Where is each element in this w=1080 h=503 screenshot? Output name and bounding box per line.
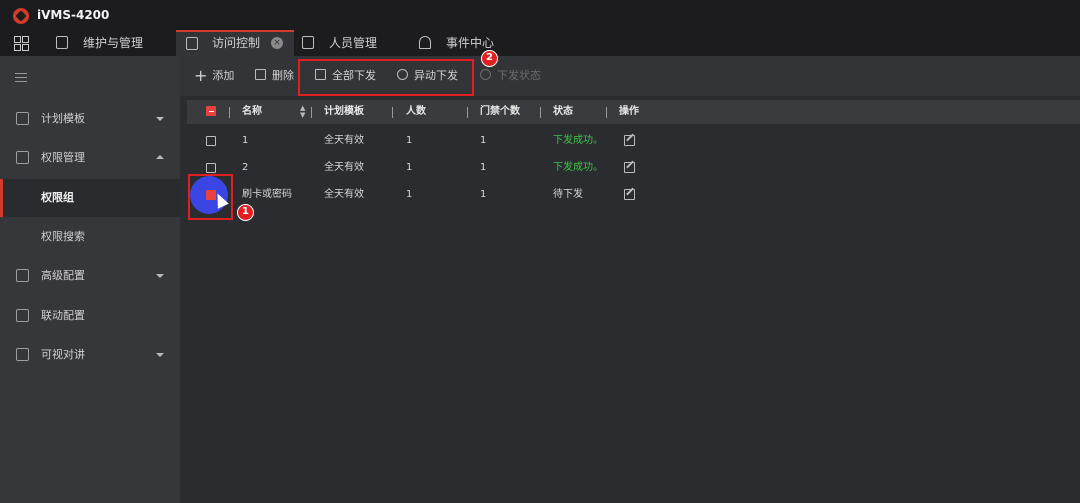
column-header-status: 状态: [553, 106, 573, 117]
sidebar: 计划模板 权限管理 权限组 权限搜索 高级配置 联动配置 可视对讲: [0, 56, 180, 503]
table-header: 名称 ▲ ▼ 计划模板 人数 门禁个数 状态 操作: [187, 100, 1080, 124]
column-header-doors: 门禁个数: [480, 106, 520, 117]
step-badge-2: 2: [481, 50, 498, 67]
row-checkbox[interactable]: [206, 163, 216, 173]
sidebar-item-permission-search[interactable]: 权限搜索: [0, 218, 180, 256]
tab-access-control[interactable]: 访问控制 ×: [176, 30, 294, 56]
cell-people: 1: [406, 189, 413, 200]
alarm-icon: [419, 36, 431, 49]
cell-doors: 1: [480, 189, 487, 200]
sidebar-item-label: 联动配置: [41, 309, 85, 322]
sidebar-item-label: 权限搜索: [41, 230, 85, 243]
delete-label: 删除: [272, 69, 294, 82]
sidebar-item-linkage-config[interactable]: 联动配置: [0, 297, 180, 335]
cell-status: 下发成功。: [553, 162, 603, 173]
sidebar-item-label: 计划模板: [41, 112, 85, 125]
tab-label: 访问控制: [212, 36, 261, 50]
sort-icon[interactable]: ▲ ▼: [300, 105, 305, 119]
edit-icon[interactable]: [624, 162, 635, 173]
sidebar-item-label: 高级配置: [41, 269, 85, 282]
delete-button[interactable]: 删除: [255, 68, 294, 84]
sidebar-item-label: 权限管理: [41, 151, 85, 164]
table-row[interactable]: 2 全天有效 1 1 下发成功。: [187, 154, 1080, 182]
linkage-icon: [16, 309, 29, 322]
info-icon: [480, 69, 491, 80]
cell-status: 待下发: [553, 189, 583, 200]
column-divider: [606, 107, 607, 118]
edit-icon[interactable]: [624, 135, 635, 146]
tab-bar: 维护与管理 访问控制 × 人员管理 事件中心: [0, 30, 1080, 56]
main-content: + 添加 删除 全部下发 异动下发 下发状态 名称 ▲ ▼ 计划模板 人数 门禁个数…: [180, 56, 1080, 503]
cell-doors: 1: [480, 135, 487, 146]
highlight-row-checkbox: [188, 174, 233, 220]
edit-schedule-icon: [16, 112, 29, 125]
table-row[interactable]: 刷卡或密码 全天有效 1 1 待下发: [187, 181, 1080, 209]
sidebar-item-advanced-config[interactable]: 高级配置: [0, 257, 180, 295]
sidebar-item-permission-management[interactable]: 权限管理: [0, 139, 180, 177]
column-header-actions: 操作: [619, 106, 639, 117]
cell-people: 1: [406, 135, 413, 146]
sidebar-item-label: 权限组: [41, 191, 74, 204]
door-icon: [186, 37, 198, 50]
column-divider: [392, 107, 393, 118]
step-badge-1: 1: [237, 204, 254, 221]
title-bar: iVMS-4200: [0, 0, 1080, 30]
cell-name: 1: [242, 135, 249, 146]
cell-doors: 1: [480, 162, 487, 173]
chevron-down-icon: [156, 274, 164, 278]
chevron-down-icon: [156, 117, 164, 121]
app-title: iVMS-4200: [37, 8, 110, 22]
chevron-up-icon: [156, 155, 164, 159]
book-icon: [56, 36, 68, 49]
chevron-down-icon: [156, 353, 164, 357]
cell-template: 全天有效: [324, 189, 364, 200]
app-logo-icon: [13, 8, 29, 24]
cell-template: 全天有效: [324, 162, 364, 173]
add-label: 添加: [212, 69, 235, 82]
close-icon[interactable]: ×: [271, 37, 283, 49]
column-divider: [229, 107, 230, 118]
lock-icon: [16, 151, 29, 164]
add-button[interactable]: + 添加: [194, 68, 234, 84]
intercom-icon: [16, 348, 29, 361]
trash-icon: [255, 69, 266, 80]
sidebar-item-video-intercom[interactable]: 可视对讲: [0, 336, 180, 374]
cell-template: 全天有效: [324, 135, 364, 146]
sidebar-item-schedule-template[interactable]: 计划模板: [0, 100, 180, 138]
tab-person-management[interactable]: 人员管理: [302, 30, 402, 56]
plus-icon: +: [194, 66, 208, 85]
sidebar-item-permission-group[interactable]: 权限组: [0, 179, 180, 217]
edit-icon[interactable]: [624, 189, 635, 200]
tab-label: 维护与管理: [83, 36, 144, 50]
cell-status: 下发成功。: [553, 135, 603, 146]
column-header-template: 计划模板: [324, 106, 364, 117]
table-row[interactable]: 1 全天有效 1 1 下发成功。: [187, 127, 1080, 155]
advanced-icon: [16, 269, 29, 282]
column-header-name[interactable]: 名称: [242, 100, 262, 124]
column-divider: [311, 107, 312, 118]
tab-label: 人员管理: [329, 36, 378, 50]
cell-people: 1: [406, 162, 413, 173]
apply-status-label: 下发状态: [497, 69, 541, 82]
cell-name: 2: [242, 162, 249, 173]
grid-menu-icon[interactable]: [14, 36, 29, 51]
column-header-people: 人数: [406, 106, 426, 117]
tab-event-center[interactable]: 事件中心: [419, 30, 519, 56]
apply-status-button[interactable]: 下发状态: [480, 68, 541, 84]
hamburger-menu-icon[interactable]: [15, 73, 27, 82]
column-divider: [467, 107, 468, 118]
column-divider: [540, 107, 541, 118]
person-card-icon: [302, 36, 314, 49]
select-all-checkbox[interactable]: [206, 106, 216, 116]
row-checkbox[interactable]: [206, 136, 216, 146]
sidebar-item-label: 可视对讲: [41, 348, 85, 361]
tab-maintenance[interactable]: 维护与管理: [56, 30, 166, 56]
highlight-toolbar-apply: [298, 59, 474, 96]
